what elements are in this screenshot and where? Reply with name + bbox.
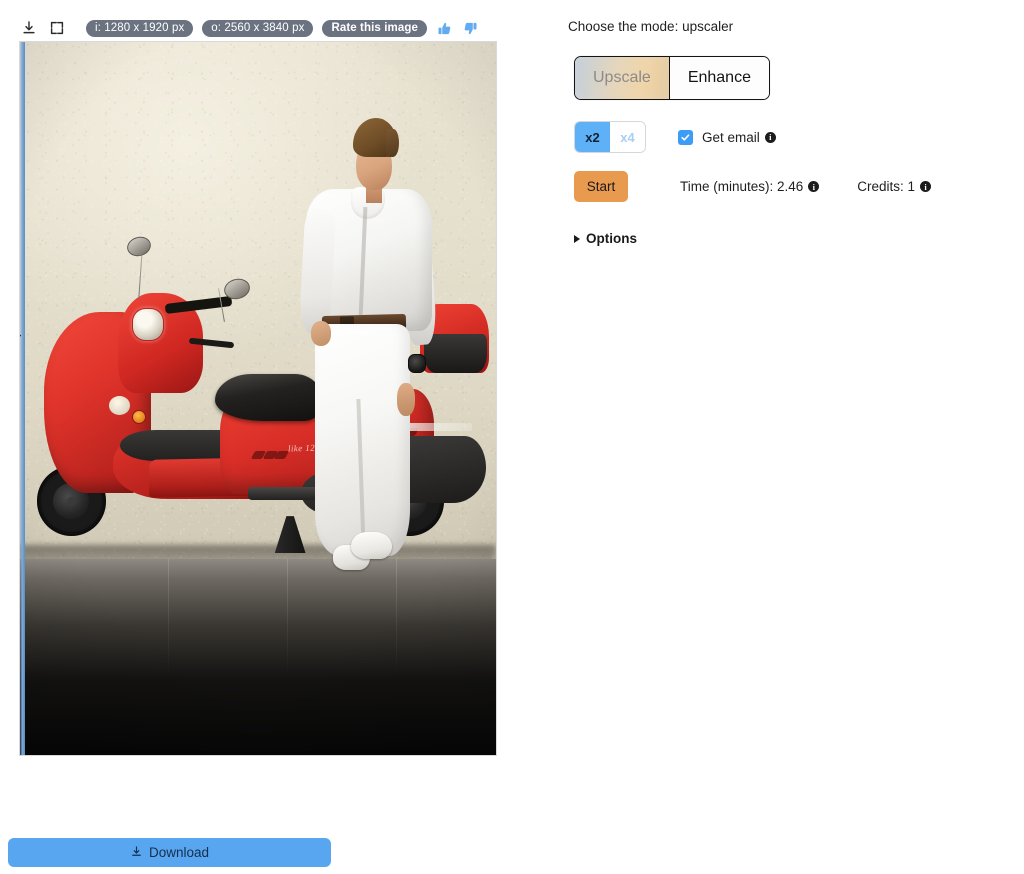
image-preview[interactable]: like 125 (19, 41, 497, 756)
download-button-label: Download (148, 845, 210, 860)
preview-pane: i: 1280 x 1920 px o: 2560 x 3840 px Rate… (0, 0, 520, 874)
comparison-slider-handle[interactable]: ‹› (20, 327, 28, 355)
mode-enhance-label: Enhance (687, 69, 751, 86)
credits-label: Credits: 1 (857, 179, 916, 194)
mode-enhance-button[interactable]: Enhance (668, 57, 769, 99)
image-toolbar: i: 1280 x 1920 px o: 2560 x 3840 px Rate… (19, 17, 479, 39)
chevron-right-icon (574, 234, 580, 243)
time-estimate-label: Time (minutes): 2.46 (680, 179, 804, 194)
get-email-checkbox[interactable] (678, 129, 693, 145)
mode-segmented-control: Upscale Enhance (574, 56, 770, 100)
get-email-label-group: Get email i (702, 130, 776, 145)
photo-person (20, 42, 496, 755)
get-email-label: Get email (702, 129, 760, 145)
options-label: Options (586, 231, 637, 246)
download-icon (130, 845, 143, 861)
mode-upscale-label: Upscale (593, 69, 651, 86)
scale-x4-option[interactable]: x4 (610, 122, 645, 152)
thumbs-down-icon[interactable] (462, 20, 479, 37)
download-icon[interactable] (19, 19, 38, 38)
thumbs-up-icon[interactable] (436, 20, 453, 37)
mode-upscale-button[interactable]: Upscale (575, 57, 669, 99)
start-button[interactable]: Start (574, 171, 628, 202)
credits-info: Credits: 1 i (857, 179, 932, 194)
scale-and-email-row: x2 x4 Get email i (574, 121, 776, 153)
controls-pane: Choose the mode: upscaler Upscale Enhanc… (568, 0, 1024, 874)
options-disclosure[interactable]: Options (574, 231, 637, 246)
scale-x2-option[interactable]: x2 (575, 122, 610, 152)
comparison-slider-line[interactable] (20, 42, 25, 755)
get-email-group: Get email i (678, 129, 776, 145)
credits-info-icon[interactable]: i (920, 181, 932, 192)
download-button[interactable]: Download (8, 838, 331, 867)
input-size-badge: i: 1280 x 1920 px (86, 19, 194, 37)
preview-photo: like 125 (20, 42, 496, 755)
start-row: Start Time (minutes): 2.46 i Credits: 1 … (574, 171, 932, 202)
check-icon (681, 133, 690, 141)
output-size-badge: o: 2560 x 3840 px (202, 19, 314, 37)
fullscreen-icon[interactable] (47, 19, 66, 38)
rate-this-image-button[interactable]: Rate this image (322, 19, 427, 37)
mode-label: Choose the mode: upscaler (568, 19, 734, 34)
time-estimate: Time (minutes): 2.46 i (680, 179, 820, 194)
scale-toggle: x2 x4 (574, 121, 646, 153)
time-info-icon[interactable]: i (808, 181, 820, 192)
get-email-info-icon[interactable]: i (764, 131, 776, 143)
